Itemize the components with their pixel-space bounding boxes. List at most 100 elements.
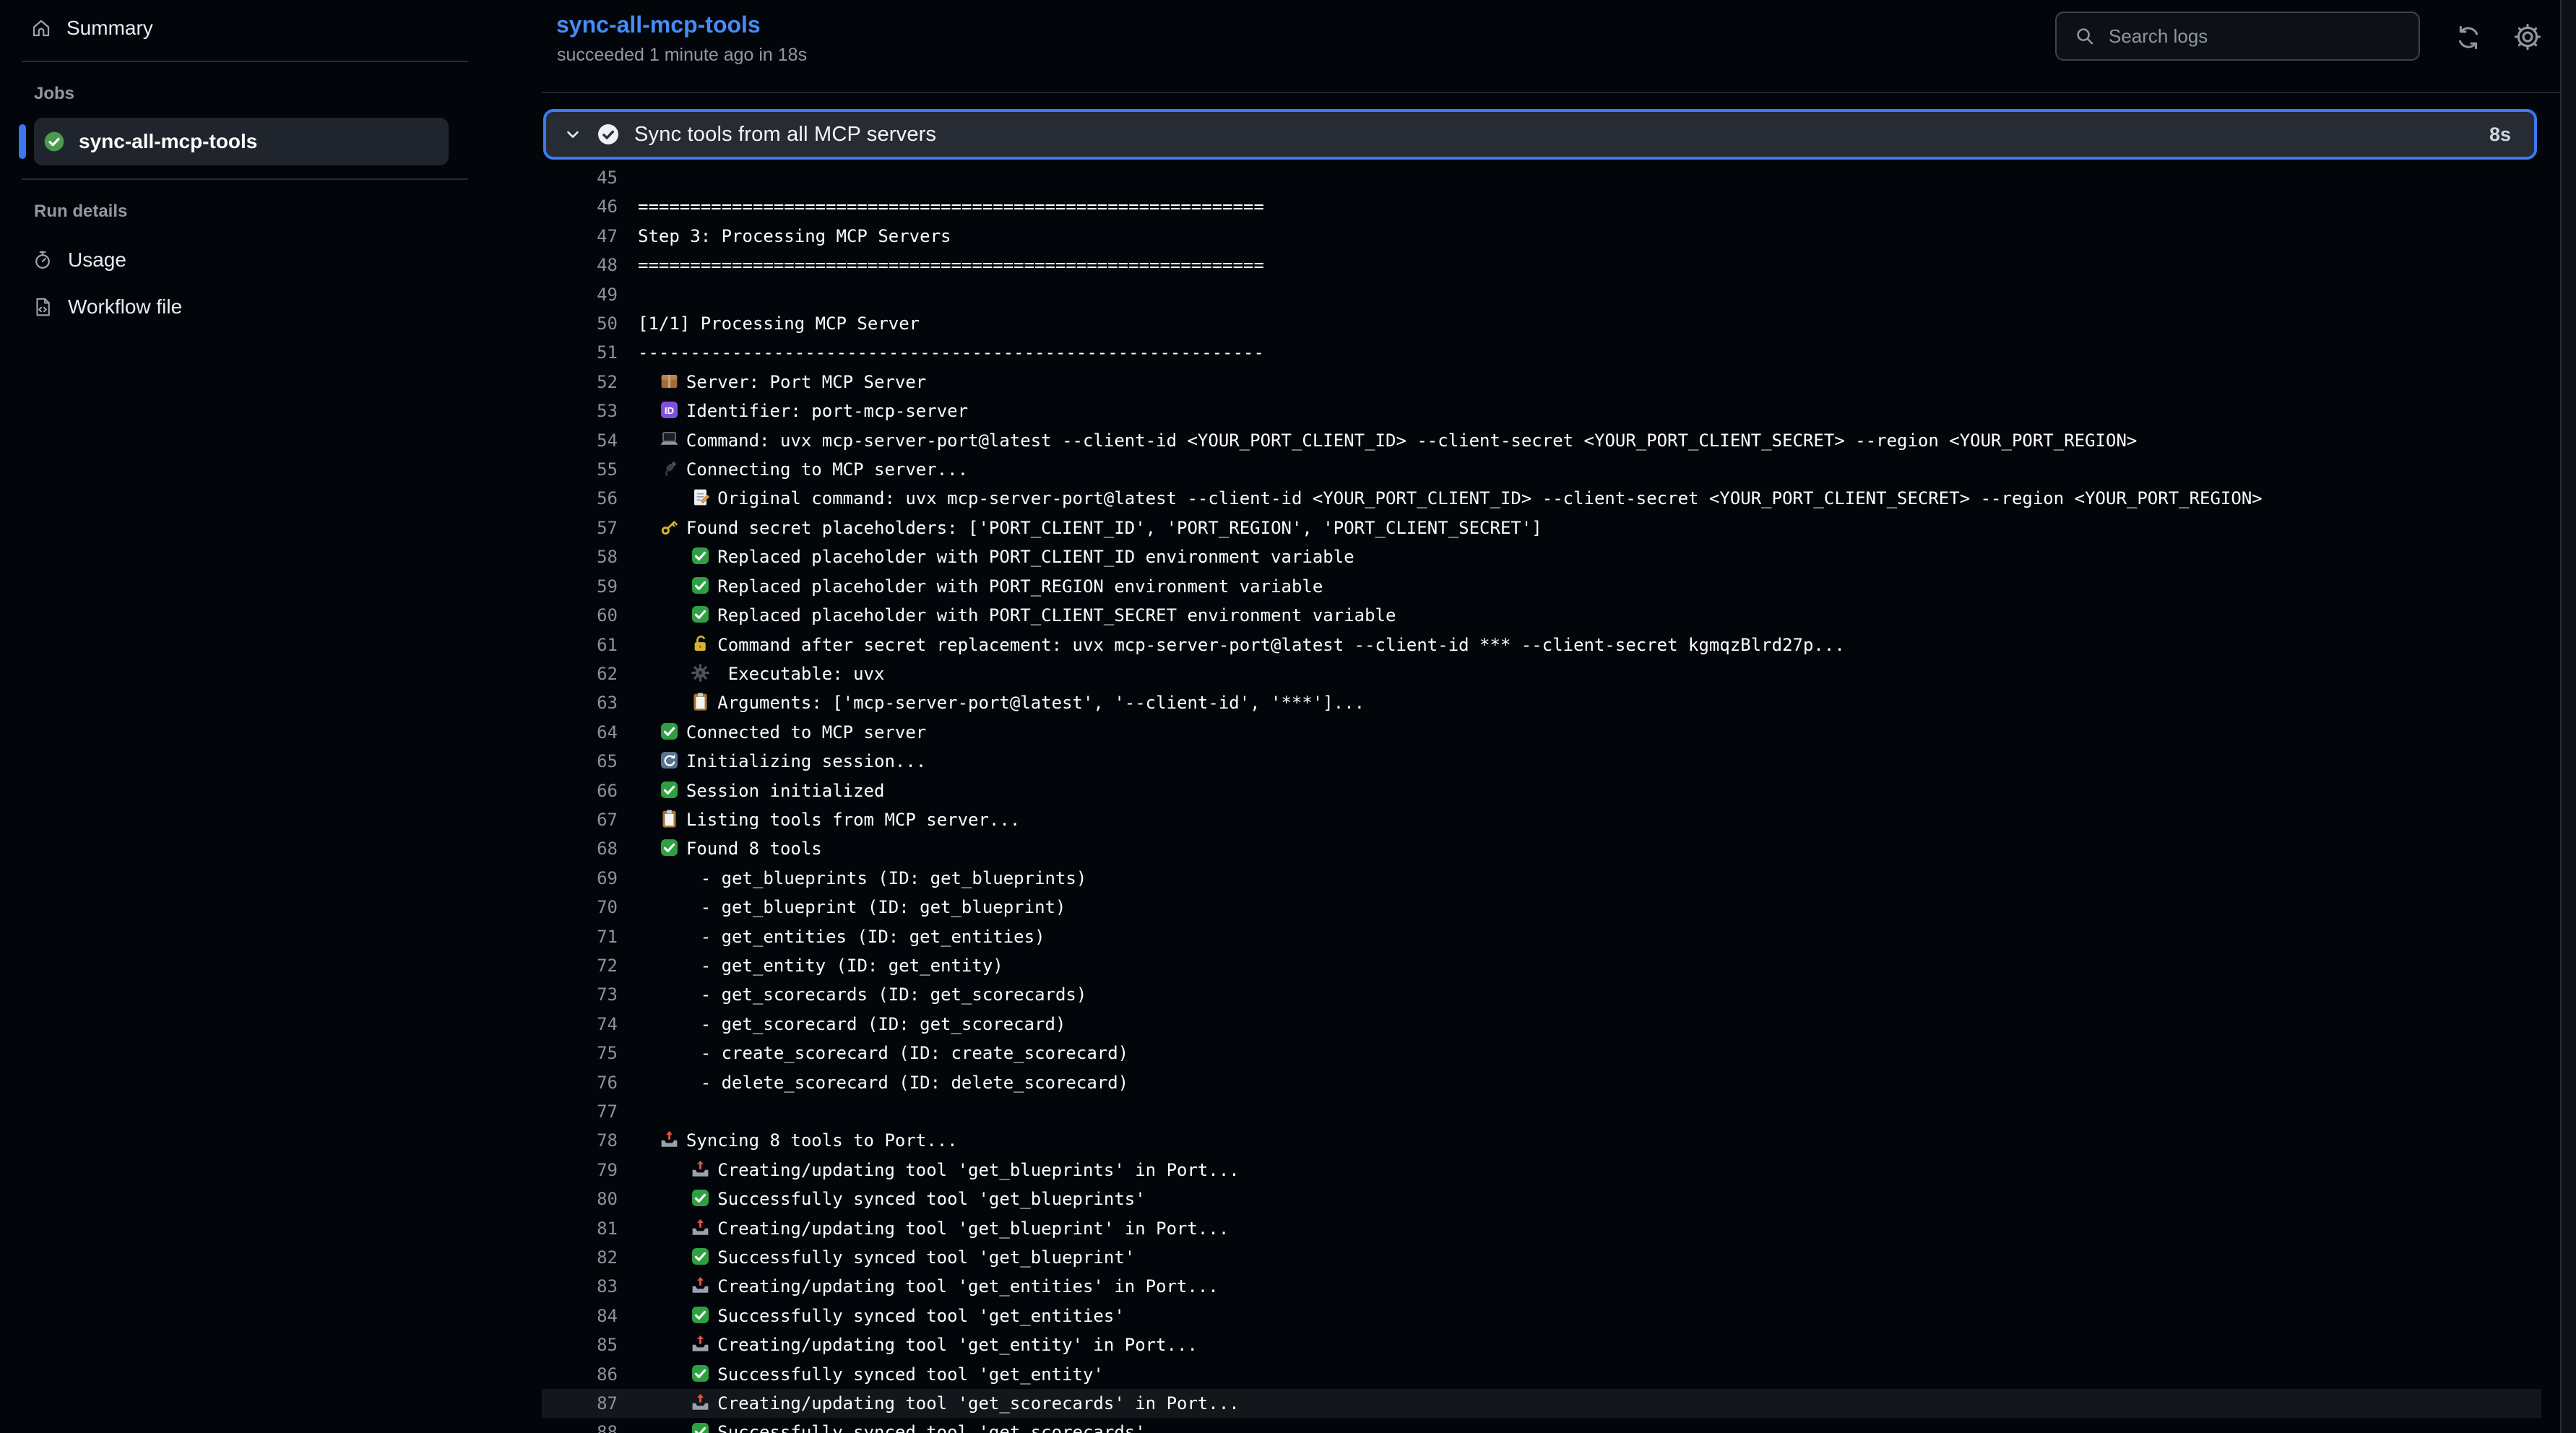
- log-line-text: - get_entity (ID: get_entity): [638, 951, 1003, 980]
- log-line-number[interactable]: 47: [542, 222, 638, 251]
- step-duration: 8s: [2489, 124, 2511, 146]
- log-line-text: Command after secret replacement: uvx mc…: [638, 631, 1845, 659]
- log-line: 70 - get_blueprint (ID: get_blueprint): [542, 893, 2541, 922]
- log-line: 66 Session initialized: [542, 776, 2541, 805]
- log-line: 82 Successfully synced tool 'get_bluepri…: [542, 1243, 2541, 1272]
- log-line: 46======================================…: [542, 192, 2541, 221]
- refresh-logs-button[interactable]: [2455, 24, 2482, 51]
- log-line-number[interactable]: 87: [542, 1389, 638, 1418]
- log-settings-gear-icon[interactable]: [2512, 22, 2543, 52]
- log-line-number[interactable]: 71: [542, 922, 638, 951]
- log-line-number[interactable]: 62: [542, 659, 638, 688]
- log-line-number[interactable]: 58: [542, 542, 638, 571]
- log-line-number[interactable]: 70: [542, 893, 638, 922]
- log-line-number[interactable]: 73: [542, 980, 638, 1009]
- clipboard-icon: [659, 808, 680, 829]
- log-line: 68 Found 8 tools: [542, 834, 2541, 863]
- log-line-text: Successfully synced tool 'get_scorecards…: [638, 1418, 1146, 1433]
- log-line-number[interactable]: 80: [542, 1185, 638, 1213]
- selected-job-accent-bar: [19, 124, 26, 159]
- log-line-number[interactable]: 55: [542, 455, 638, 484]
- sidebar-item-usage[interactable]: Usage: [17, 238, 523, 282]
- log-line: 55 Connecting to MCP server...: [542, 455, 2541, 484]
- memo-icon: [690, 487, 711, 508]
- log-line-number[interactable]: 88: [542, 1418, 638, 1433]
- log-line-number[interactable]: 78: [542, 1126, 638, 1155]
- log-line-number[interactable]: 64: [542, 718, 638, 747]
- log-line-number[interactable]: 50: [542, 309, 638, 338]
- log-line-number[interactable]: 74: [542, 1010, 638, 1039]
- log-line-number[interactable]: 53: [542, 397, 638, 425]
- file-code-icon: [32, 296, 53, 318]
- log-line-text: Connecting to MCP server...: [638, 455, 968, 484]
- step-group-header[interactable]: Sync tools from all MCP servers 8s: [543, 109, 2537, 160]
- log-line-text: Session initialized: [638, 776, 884, 805]
- log-line: 53 IDIdentifier: port-mcp-server: [542, 397, 2541, 425]
- check-circle-icon: [43, 130, 66, 153]
- log-line-number[interactable]: 63: [542, 688, 638, 717]
- log-line: 65 Initializing session...: [542, 747, 2541, 776]
- log-line-number[interactable]: 57: [542, 514, 638, 542]
- check-icon: [690, 1304, 711, 1325]
- home-icon: [30, 17, 52, 39]
- log-line-number[interactable]: 56: [542, 484, 638, 513]
- check-icon: [659, 721, 680, 742]
- log-line-number[interactable]: 85: [542, 1330, 638, 1359]
- log-line-number[interactable]: 77: [542, 1097, 638, 1126]
- log-line-number[interactable]: 51: [542, 338, 638, 367]
- log-line-number[interactable]: 86: [542, 1360, 638, 1389]
- log-line-number[interactable]: 48: [542, 251, 638, 280]
- step-title: Sync tools from all MCP servers: [634, 123, 936, 147]
- chevron-down-icon[interactable]: [563, 125, 582, 144]
- log-line-number[interactable]: 61: [542, 631, 638, 659]
- sidebar-item-label: Usage: [68, 248, 126, 272]
- log-line-text: - get_scorecards (ID: get_scorecards): [638, 980, 1086, 1009]
- log-line: 84 Successfully synced tool 'get_entitie…: [542, 1302, 2541, 1330]
- id-icon: ID: [659, 399, 680, 420]
- log-line-number[interactable]: 83: [542, 1272, 638, 1301]
- log-line-text: Command: uvx mcp-server-port@latest --cl…: [638, 426, 2137, 455]
- log-line-number[interactable]: 76: [542, 1068, 638, 1097]
- log-line-text: - get_scorecard (ID: get_scorecard): [638, 1010, 1066, 1039]
- sidebar-item-summary[interactable]: Summary: [17, 7, 523, 49]
- log-line-text: Creating/updating tool 'get_blueprints' …: [638, 1156, 1240, 1185]
- search-logs-input[interactable]: [2107, 25, 2404, 48]
- log-line-number[interactable]: 68: [542, 834, 638, 863]
- log-line-number[interactable]: 82: [542, 1243, 638, 1272]
- log-line-number[interactable]: 67: [542, 805, 638, 834]
- job-name-label: sync-all-mcp-tools: [79, 130, 257, 153]
- sidebar-item-label: Summary: [66, 17, 153, 40]
- log-line-number[interactable]: 84: [542, 1302, 638, 1330]
- log-line-text: Replaced placeholder with PORT_CLIENT_SE…: [638, 601, 1396, 630]
- log-line-number[interactable]: 45: [542, 163, 638, 192]
- log-line-number[interactable]: 54: [542, 426, 638, 455]
- log-line-text: Successfully synced tool 'get_entities': [638, 1302, 1125, 1330]
- log-line-text: Connected to MCP server: [638, 718, 926, 747]
- workflow-run-page: Summary Jobs sync-all-mcp-tools Run deta…: [0, 0, 2576, 1433]
- log-line-number[interactable]: 65: [542, 747, 638, 776]
- sidebar: Summary Jobs sync-all-mcp-tools Run deta…: [0, 0, 542, 1433]
- log-line-text: Successfully synced tool 'get_blueprints…: [638, 1185, 1146, 1213]
- outbox-icon: [690, 1392, 711, 1413]
- log-line-number[interactable]: 69: [542, 864, 638, 893]
- log-line-number[interactable]: 60: [542, 601, 638, 630]
- sidebar-item-workflow-file[interactable]: Workflow file: [17, 285, 523, 329]
- log-line-number[interactable]: 81: [542, 1214, 638, 1243]
- log-line-number[interactable]: 46: [542, 192, 638, 221]
- log-line-number[interactable]: 49: [542, 280, 638, 309]
- log-line-number[interactable]: 66: [542, 776, 638, 805]
- log-line-number[interactable]: 72: [542, 951, 638, 980]
- page-title[interactable]: sync-all-mcp-tools: [556, 12, 761, 38]
- outbox-icon: [659, 1129, 680, 1150]
- log-line-number[interactable]: 59: [542, 572, 638, 601]
- log-line-text: - delete_scorecard (ID: delete_scorecard…: [638, 1068, 1128, 1097]
- log-line-number[interactable]: 79: [542, 1156, 638, 1185]
- log-line-number[interactable]: 52: [542, 368, 638, 397]
- check-icon: [659, 779, 680, 800]
- log-line-number[interactable]: 75: [542, 1039, 638, 1068]
- log-panel: 4546====================================…: [542, 163, 2541, 1433]
- scrollbar-track[interactable]: [2560, 0, 2576, 1433]
- sidebar-item-job-sync-all-mcp-tools[interactable]: sync-all-mcp-tools: [34, 118, 449, 165]
- log-line: 73 - get_scorecards (ID: get_scorecards): [542, 980, 2541, 1009]
- log-line-text: Syncing 8 tools to Port...: [638, 1126, 958, 1155]
